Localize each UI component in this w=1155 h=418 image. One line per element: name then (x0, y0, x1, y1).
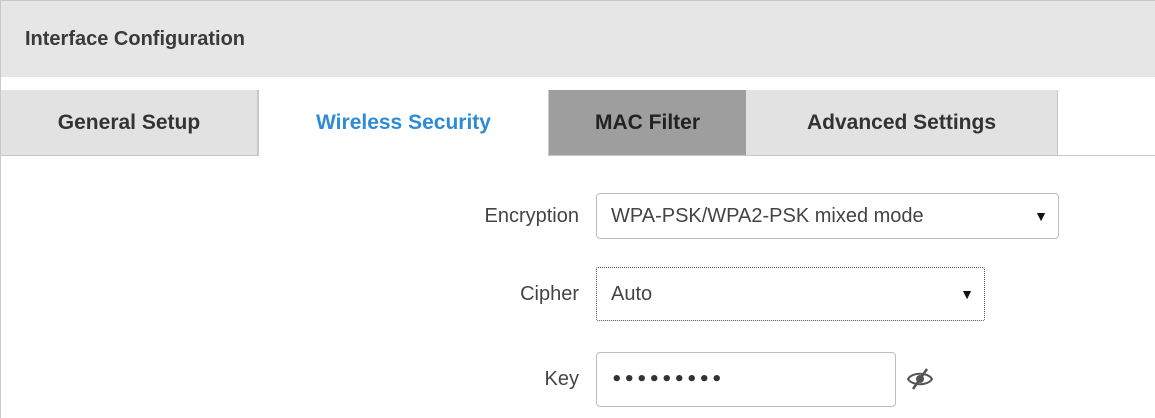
encryption-select[interactable]: WPA-PSK/WPA2-PSK mixed mode ▼ (596, 193, 1059, 239)
tab-wireless-security[interactable]: Wireless Security (258, 90, 549, 156)
chevron-down-icon: ▼ (960, 286, 974, 302)
tab-label: General Setup (57, 110, 201, 134)
panel-title-text: Interface Configuration (25, 27, 246, 50)
tab-label: MAC Filter (595, 110, 700, 134)
cipher-row: Cipher Auto ▼ (1, 267, 1155, 321)
tab-mac-filter[interactable]: MAC Filter (549, 90, 746, 155)
cipher-select[interactable]: Auto ▼ (596, 267, 985, 321)
key-masked-value: ••••••••• (611, 369, 724, 390)
chevron-down-icon: ▼ (1034, 208, 1048, 224)
encryption-row: Encryption WPA-PSK/WPA2-PSK mixed mode ▼ (1, 193, 1155, 239)
panel-title: Interface Configuration (1, 1, 1155, 77)
tab-label: Wireless Security (316, 111, 491, 134)
eye-slash-icon[interactable] (906, 366, 934, 392)
tab-advanced-settings[interactable]: Advanced Settings (746, 90, 1058, 155)
tab-bar-divider (1, 155, 1155, 156)
key-row: Key ••••••••• (1, 352, 1155, 407)
encryption-label: Encryption (484, 204, 580, 227)
tab-label: Advanced Settings (806, 110, 997, 134)
key-password-input[interactable]: ••••••••• (596, 352, 896, 407)
interface-configuration-panel: Interface Configuration General Setup Wi… (0, 0, 1155, 418)
tab-bar: General Setup Wireless Security MAC Filt… (1, 90, 1155, 156)
cipher-selected-value: Auto (611, 282, 653, 305)
encryption-selected-value: WPA-PSK/WPA2-PSK mixed mode (611, 204, 924, 227)
tab-general-setup[interactable]: General Setup (1, 90, 258, 155)
cipher-label: Cipher (520, 282, 579, 305)
key-label: Key (544, 368, 579, 390)
